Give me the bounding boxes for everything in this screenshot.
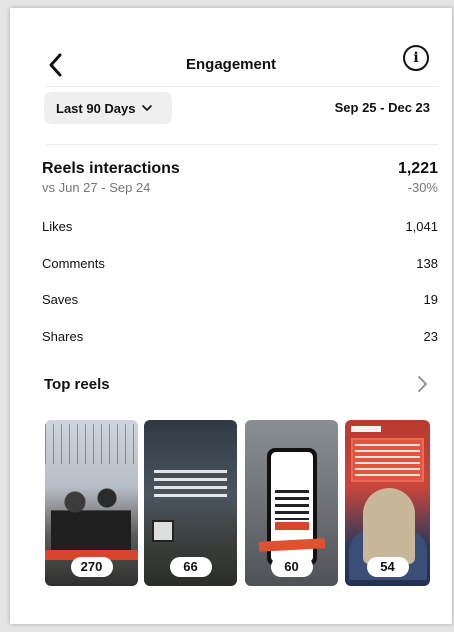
date-range-text: Sep 25 - Dec 23: [334, 100, 430, 115]
reels-interactions-header: Reels interactions 1,221: [42, 160, 438, 178]
reel-count-badge: 270: [70, 557, 113, 577]
thumbnail-artwork: [355, 444, 420, 476]
stat-value: 19: [423, 292, 438, 307]
page-title: Engagement: [185, 56, 276, 73]
reel-thumbnail[interactable]: 66: [144, 420, 237, 586]
screenshot-frame: Engagement i Last 90 Days Sep 25 - Dec 2…: [10, 8, 452, 624]
reel-thumbnail[interactable]: 270: [45, 420, 138, 586]
thumbnail-artwork: [51, 478, 131, 558]
reels-interactions-comparison: vs Jun 27 - Sep 24 -30%: [42, 180, 438, 195]
stat-value: 1,041: [405, 219, 438, 234]
thumbnail-artwork: [152, 520, 174, 542]
stat-row-likes: Likes 1,041: [42, 219, 438, 234]
reel-thumbnail[interactable]: 54: [345, 420, 430, 586]
stat-row-comments: Comments 138: [42, 256, 438, 271]
top-reels-heading[interactable]: Top reels: [44, 376, 110, 393]
header-divider: [46, 86, 438, 87]
thumbnail-artwork: [363, 488, 415, 564]
info-icon[interactable]: i: [403, 45, 429, 71]
stat-value: 23: [423, 329, 438, 344]
reel-count-badge: 54: [366, 557, 409, 577]
thumbnail-artwork: [275, 522, 309, 530]
thumbnail-artwork: [154, 470, 227, 498]
comparison-change: -30%: [407, 180, 438, 195]
chevron-right-icon[interactable]: [416, 375, 428, 393]
thumbnail-artwork: [275, 490, 309, 520]
stat-label: Likes: [42, 219, 73, 234]
thumbnail-artwork: [45, 424, 138, 464]
chevron-down-icon: [141, 105, 152, 111]
thumbnail-artwork: [351, 426, 381, 432]
reels-interactions-total: 1,221: [397, 160, 438, 177]
info-glyph: i: [413, 50, 419, 66]
reel-thumbnail[interactable]: 60: [245, 420, 338, 586]
stat-row-saves: Saves 19: [42, 292, 438, 307]
date-range-selected: Last 90 Days: [56, 100, 136, 116]
reels-interactions-label: Reels interactions: [42, 160, 180, 177]
thumbnail-artwork: [351, 438, 424, 482]
section-divider: [46, 144, 438, 145]
stat-label: Saves: [42, 292, 79, 307]
date-range-dropdown[interactable]: Last 90 Days: [44, 92, 172, 124]
stat-label: Comments: [42, 256, 105, 271]
stat-label: Shares: [42, 329, 84, 344]
reel-count-badge: 60: [270, 557, 313, 577]
comparison-label: vs Jun 27 - Sep 24: [42, 180, 151, 195]
reel-count-badge: 66: [169, 557, 212, 577]
stat-value: 138: [416, 256, 438, 271]
stat-row-shares: Shares 23: [42, 329, 438, 344]
